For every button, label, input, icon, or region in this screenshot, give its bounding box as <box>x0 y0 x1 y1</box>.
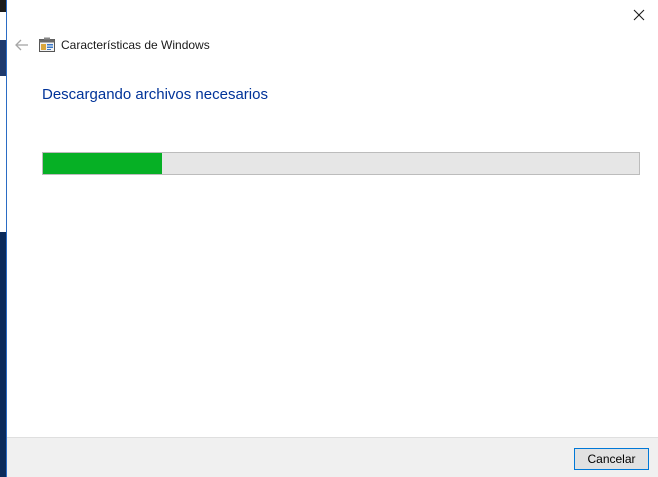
close-icon <box>633 9 645 21</box>
back-arrow-icon <box>15 39 28 51</box>
download-progress-bar <box>42 152 640 175</box>
dialog-footer: Cancelar <box>7 437 658 477</box>
back-button[interactable] <box>11 34 33 56</box>
page-title: Descargando archivos necesarios <box>42 86 268 103</box>
window-title: Características de Windows <box>61 38 210 52</box>
progress-bar-fill <box>43 153 163 174</box>
title-bar: Características de Windows <box>7 30 210 60</box>
close-button[interactable] <box>624 2 654 28</box>
window-border <box>6 0 7 477</box>
cancel-button[interactable]: Cancelar <box>574 448 649 470</box>
windows-features-dialog: Características de Windows Descargando a… <box>0 0 658 477</box>
windows-features-icon <box>39 37 55 52</box>
window-left-edge <box>0 0 7 477</box>
